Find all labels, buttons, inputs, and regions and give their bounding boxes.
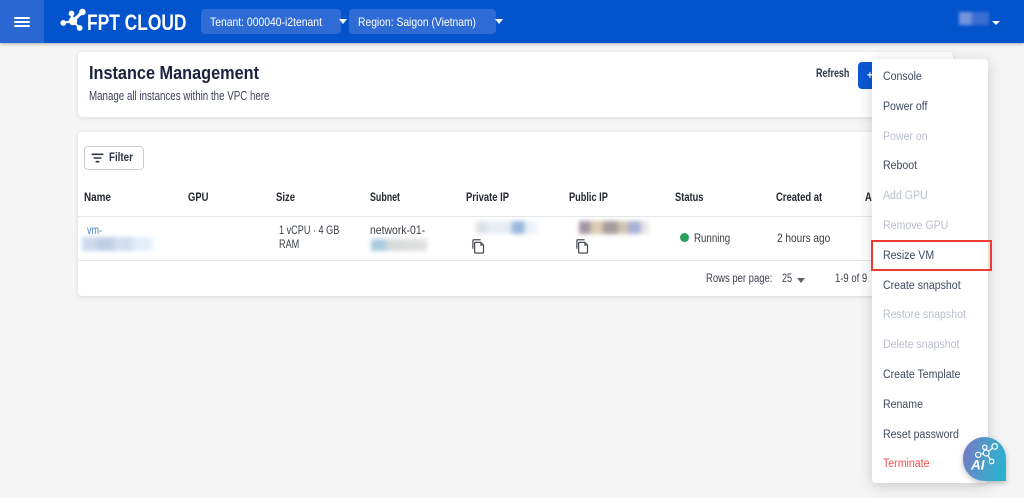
svg-text:AI: AI <box>970 458 985 473</box>
